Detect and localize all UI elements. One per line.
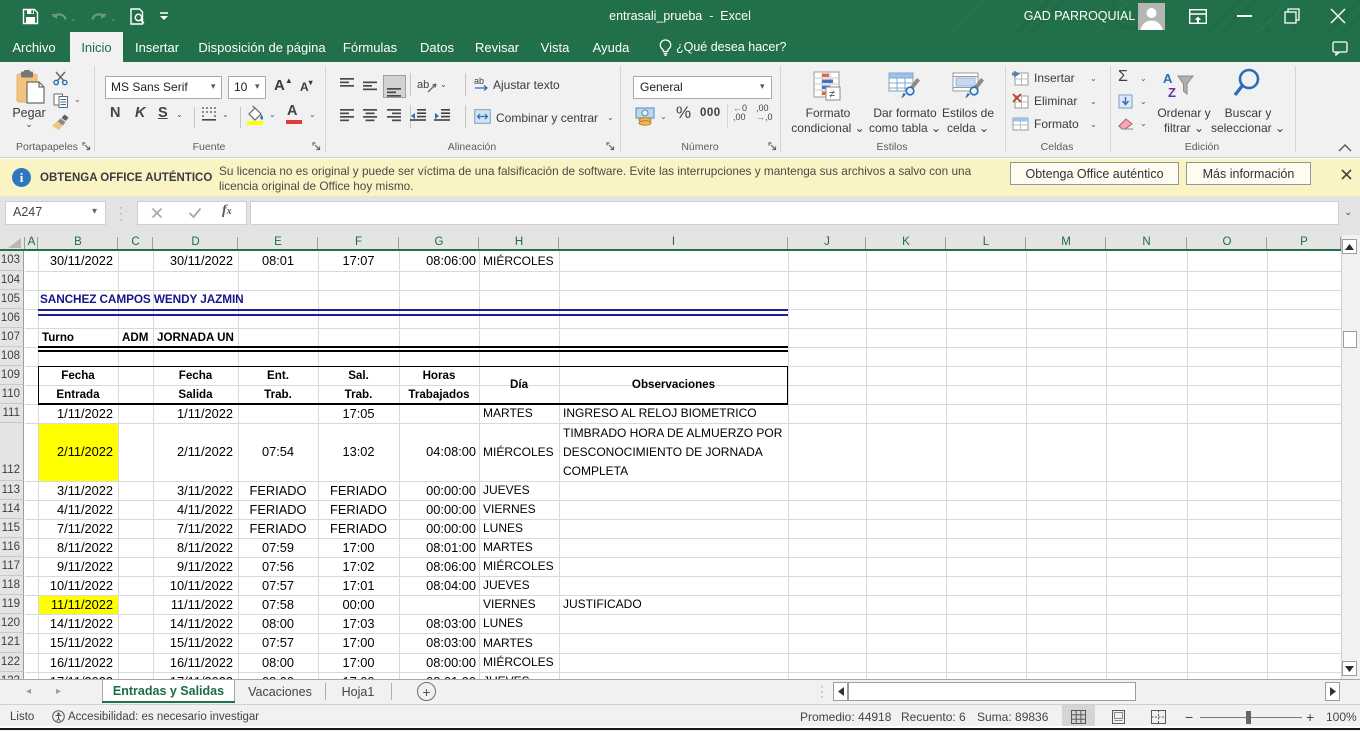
svg-text:≠: ≠	[829, 89, 835, 101]
svg-text:ab: ab	[474, 76, 484, 86]
svg-text:ab: ab	[417, 79, 429, 91]
svg-text:A: A	[1163, 71, 1173, 86]
svg-text:Z: Z	[1168, 85, 1176, 100]
